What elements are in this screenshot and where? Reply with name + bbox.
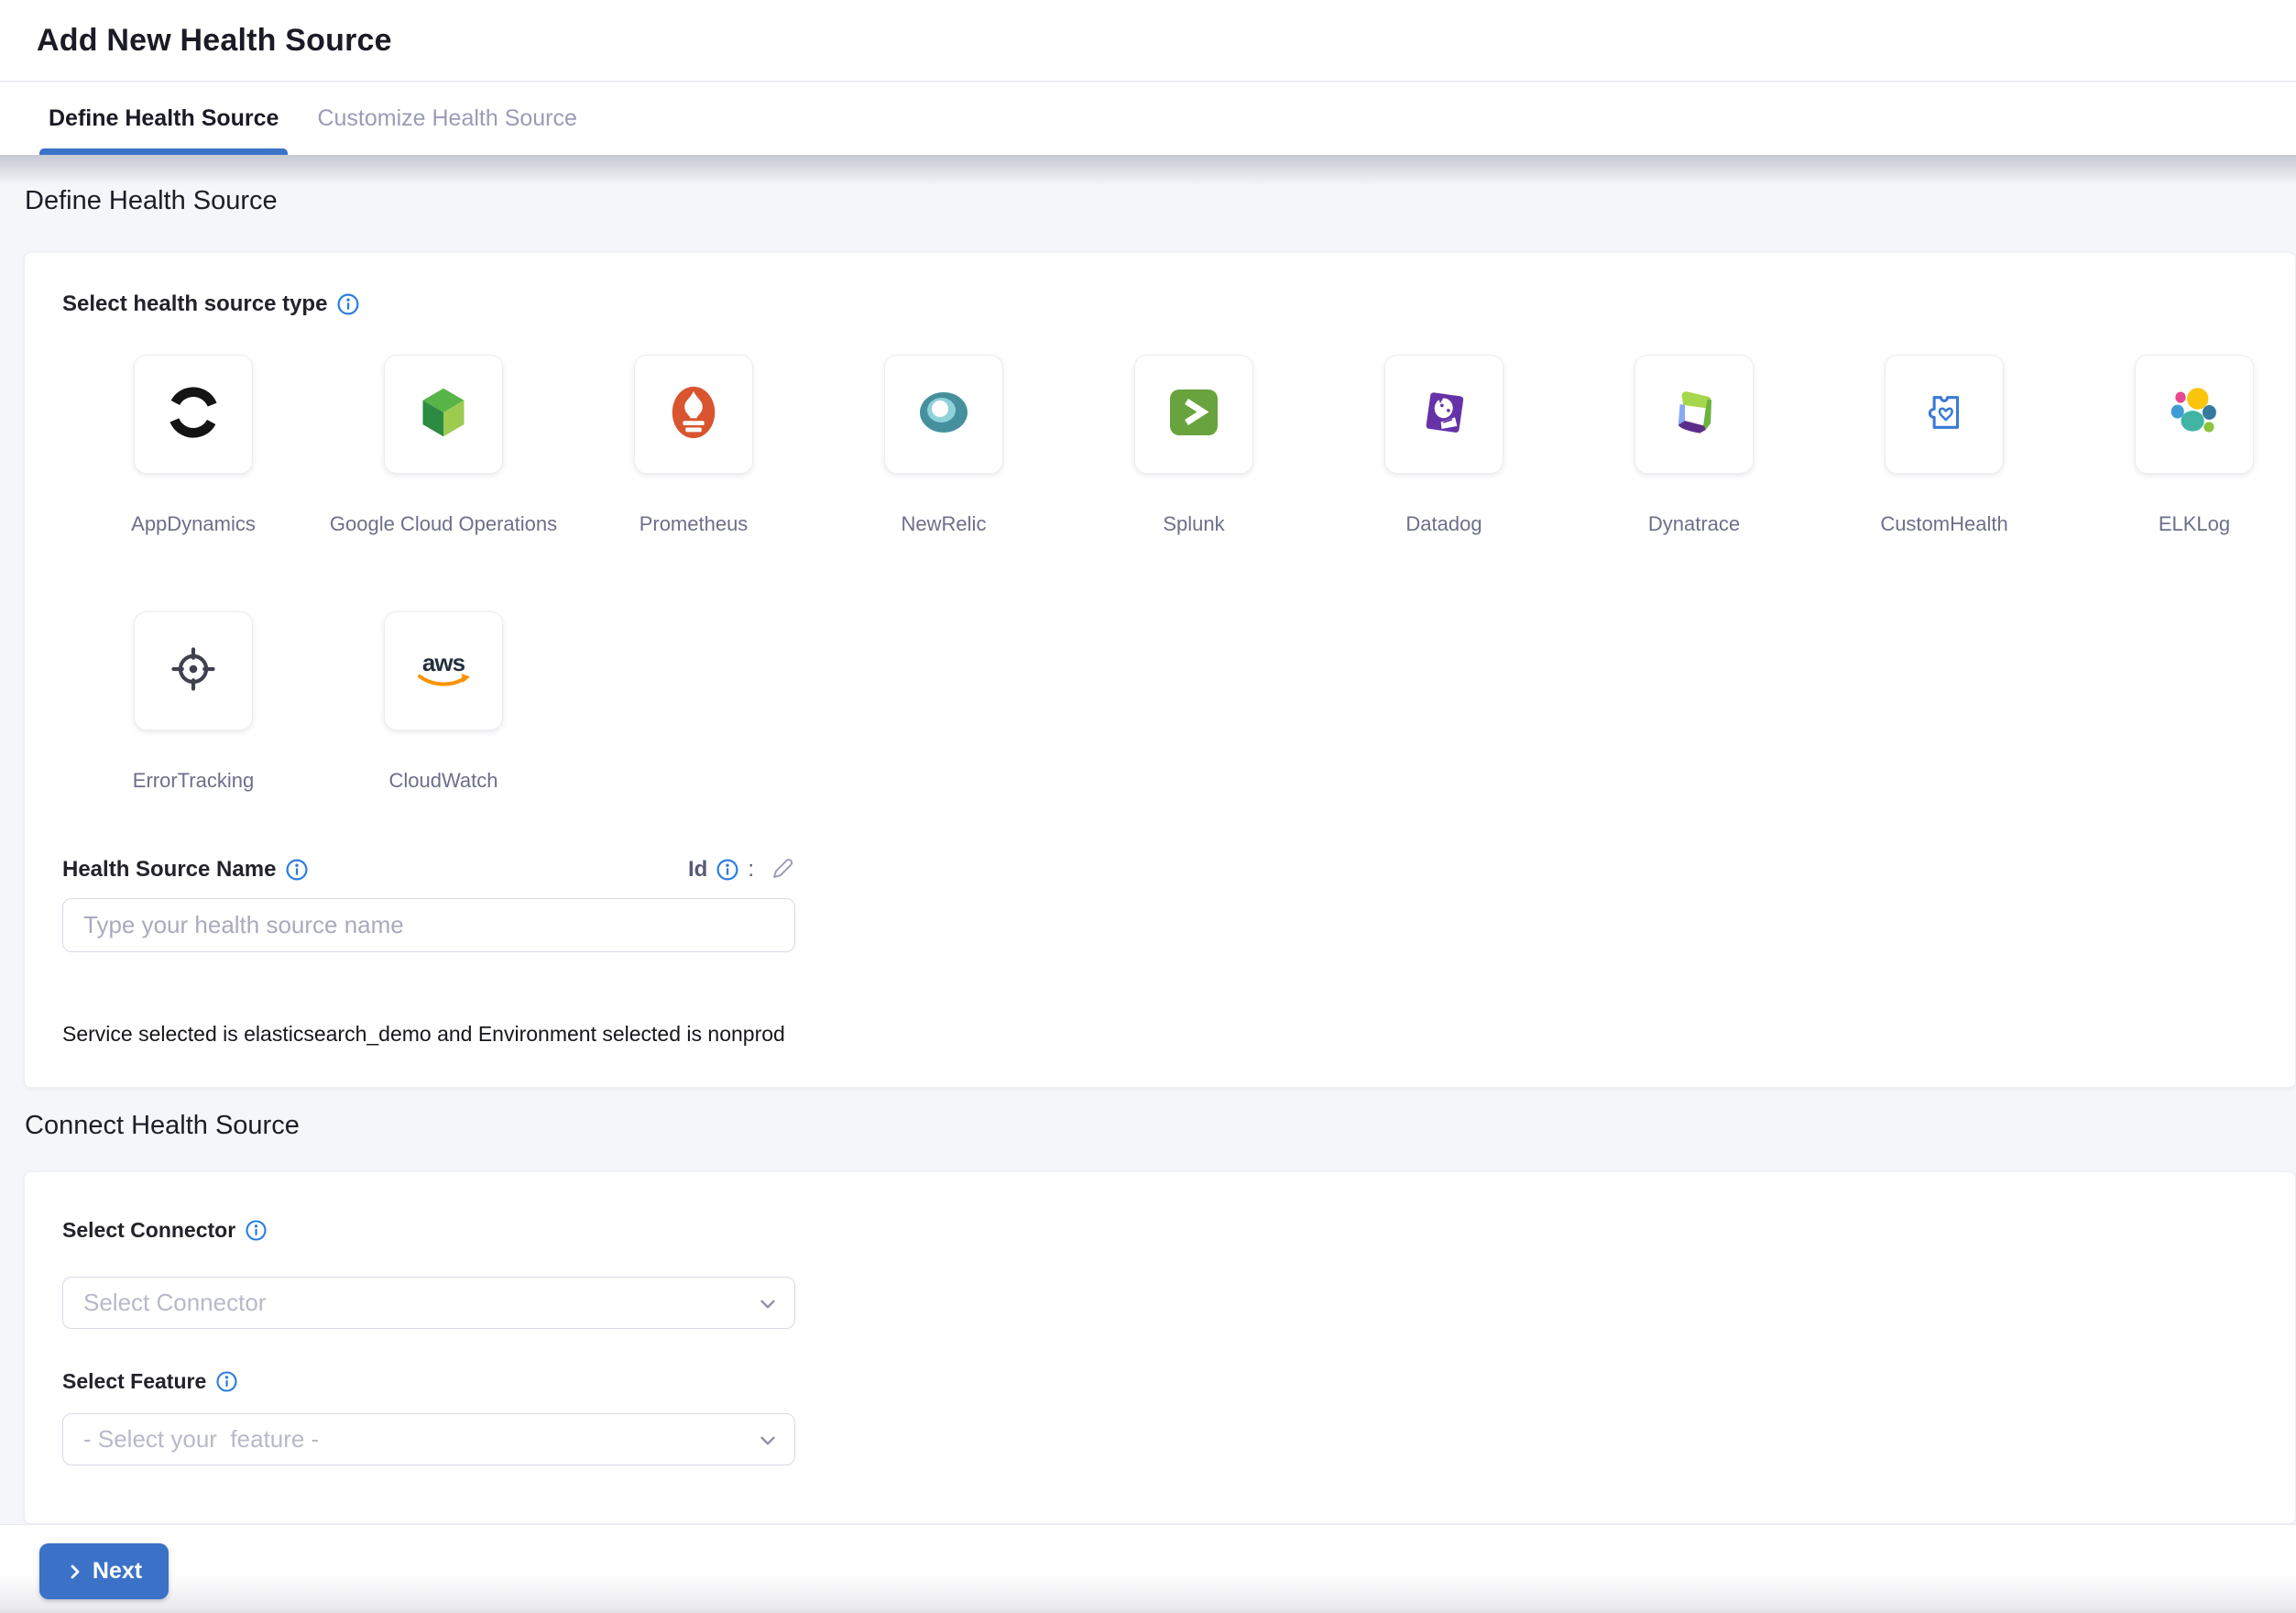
dynatrace-card[interactable] xyxy=(1635,355,1754,474)
errortracking-card[interactable] xyxy=(134,611,253,730)
chevron-right-icon xyxy=(66,1563,84,1581)
edit-id-button[interactable] xyxy=(768,856,795,883)
tab-define-label: Define Health Source xyxy=(49,105,279,132)
page-title: Add New Health Source xyxy=(37,23,392,59)
info-icon[interactable] xyxy=(336,292,360,316)
aws-logo-text: aws xyxy=(422,652,465,674)
source-type-label: Prometheus xyxy=(640,512,749,536)
cloudwatch-aws-icon: aws xyxy=(416,652,471,690)
info-icon[interactable] xyxy=(215,1370,238,1393)
select-connector-label: Select Connector xyxy=(62,1218,235,1243)
define-section-heading: Define Health Source xyxy=(25,186,278,216)
next-button[interactable]: Next xyxy=(39,1543,169,1599)
connector-select-value: Select Connector xyxy=(83,1289,266,1317)
source-type-label: ELKLog xyxy=(2159,512,2230,536)
source-type-label: NewRelic xyxy=(902,512,987,536)
select-type-label-row: Select health source type xyxy=(62,291,2295,317)
cloudwatch-card[interactable]: aws xyxy=(384,611,503,730)
google-cloud-operations-icon xyxy=(416,385,471,444)
google-cloud-operations-card[interactable] xyxy=(384,355,503,474)
connect-section-heading: Connect Health Source xyxy=(25,1111,300,1141)
chevron-down-icon xyxy=(756,1292,780,1321)
datadog-icon xyxy=(1417,385,1471,444)
errortracking-icon xyxy=(166,642,221,701)
prometheus-icon xyxy=(665,384,722,445)
health-source-name-input[interactable] xyxy=(62,898,795,952)
id-group: Id : xyxy=(688,856,795,883)
source-type-label: CustomHealth xyxy=(1880,512,2007,536)
source-type-datadog: Datadog xyxy=(1384,355,1503,536)
footer-bar: Next xyxy=(0,1524,2296,1613)
source-type-splunk: Splunk xyxy=(1134,355,1253,536)
tab-customize-label: Customize Health Source xyxy=(317,105,576,132)
info-icon[interactable] xyxy=(245,1219,268,1242)
newrelic-card[interactable] xyxy=(884,355,1003,474)
source-type-row-1: AppDynamics Google Cloud Operations xyxy=(134,355,2295,536)
source-type-appdynamics: AppDynamics xyxy=(134,355,253,536)
source-type-row-2: ErrorTracking aws CloudWatch xyxy=(134,611,2295,793)
source-type-customhealth: CustomHealth xyxy=(1885,355,2004,536)
source-type-label: Dynatrace xyxy=(1648,512,1740,536)
source-type-label: CloudWatch xyxy=(388,769,497,793)
tab-customize-health-source[interactable]: Customize Health Source xyxy=(308,82,585,155)
pencil-icon xyxy=(768,856,795,883)
next-button-label: Next xyxy=(93,1558,142,1585)
newrelic-icon xyxy=(916,388,971,442)
id-colon: : xyxy=(748,857,754,883)
source-type-label: Splunk xyxy=(1163,512,1224,536)
select-feature-label: Select Feature xyxy=(62,1369,206,1394)
prometheus-card[interactable] xyxy=(634,355,753,474)
appdynamics-card[interactable] xyxy=(134,355,253,474)
source-type-prometheus: Prometheus xyxy=(634,355,753,536)
customhealth-icon xyxy=(1918,386,1971,444)
health-source-name-label: Health Source Name xyxy=(62,857,276,883)
dynatrace-icon xyxy=(1667,386,1721,444)
tab-bar: Define Health Source Customize Health So… xyxy=(0,82,2296,155)
datadog-card[interactable] xyxy=(1384,355,1503,474)
id-label: Id xyxy=(688,857,707,883)
feature-select[interactable]: - Select your feature - xyxy=(62,1413,795,1465)
elklog-card[interactable] xyxy=(2135,355,2254,474)
tab-define-health-source[interactable]: Define Health Source xyxy=(39,82,288,155)
source-type-label: ErrorTracking xyxy=(133,769,254,793)
source-type-label: Datadog xyxy=(1405,512,1481,536)
source-type-label: Google Cloud Operations xyxy=(330,512,557,536)
source-type-dynatrace: Dynatrace xyxy=(1635,355,1754,536)
define-health-source-panel: Select health source type AppDynamics xyxy=(24,252,2296,1088)
elklog-icon xyxy=(2167,385,2222,444)
customhealth-card[interactable] xyxy=(1885,355,2004,474)
appdynamics-icon xyxy=(165,384,222,445)
feature-select-value: - Select your feature - xyxy=(83,1425,319,1454)
select-connector-label-row: Select Connector xyxy=(62,1218,2295,1243)
chevron-down-icon xyxy=(756,1429,780,1457)
service-environment-note: Service selected is elasticsearch_demo a… xyxy=(62,1022,2295,1047)
source-type-cloudwatch: aws CloudWatch xyxy=(384,611,503,793)
connector-select[interactable]: Select Connector xyxy=(62,1277,795,1329)
select-feature-label-row: Select Feature xyxy=(62,1369,2295,1394)
health-source-name-row: Health Source Name Id : xyxy=(62,854,795,885)
source-type-google-cloud-operations: Google Cloud Operations xyxy=(384,355,503,536)
health-source-name-label-row: Health Source Name xyxy=(62,857,309,883)
dialog-header: Add New Health Source xyxy=(0,0,2296,82)
info-icon[interactable] xyxy=(716,858,739,882)
connect-health-source-panel: Select Connector Select Connector Select… xyxy=(24,1171,2296,1524)
splunk-icon xyxy=(1168,388,1219,442)
splunk-card[interactable] xyxy=(1134,355,1253,474)
source-type-errortracking: ErrorTracking xyxy=(134,611,253,793)
info-icon[interactable] xyxy=(285,858,309,882)
source-type-elklog: ELKLog xyxy=(2135,355,2254,536)
source-type-newrelic: NewRelic xyxy=(884,355,1003,536)
select-type-label: Select health source type xyxy=(62,291,327,317)
source-type-label: AppDynamics xyxy=(131,512,256,536)
